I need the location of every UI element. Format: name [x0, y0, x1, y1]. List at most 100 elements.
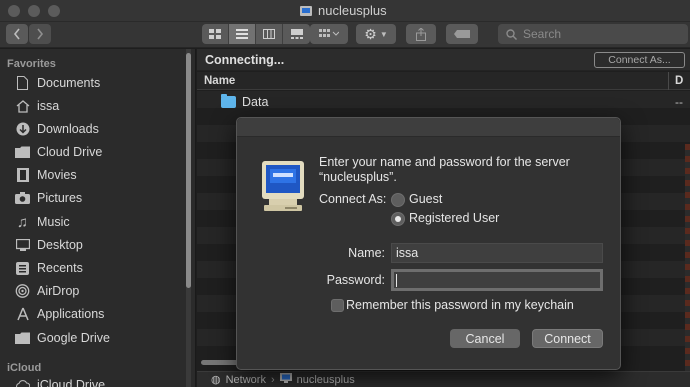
- search-placeholder: Search: [523, 27, 562, 41]
- action-menu-button[interactable]: ⚙ ▼: [356, 24, 396, 44]
- sidebar-item-label: Applications: [37, 307, 105, 321]
- share-button[interactable]: [406, 24, 436, 44]
- desktop-icon: [14, 238, 31, 252]
- text-caret: [396, 273, 397, 287]
- folder-icon: [221, 94, 236, 108]
- minimize-window-button[interactable]: [28, 5, 40, 17]
- remember-password-label[interactable]: Remember this password in my keychain: [346, 298, 574, 312]
- document-icon: [14, 76, 31, 90]
- sidebar-item-label: Documents: [37, 76, 101, 90]
- sidebar-item-recents[interactable]: Recents: [14, 258, 83, 278]
- music-note-icon: ♫: [16, 213, 29, 231]
- password-input[interactable]: [391, 269, 603, 291]
- registered-user-radio-label[interactable]: Registered User: [409, 211, 499, 225]
- back-button[interactable]: [6, 24, 28, 44]
- gallery-view-button[interactable]: [283, 24, 310, 44]
- chevron-down-icon: ▼: [379, 29, 388, 39]
- window-title-text: nucleusplus: [318, 3, 387, 18]
- computer-icon: [300, 5, 312, 16]
- sidebar-item-applications[interactable]: Applications: [14, 304, 104, 324]
- file-date: --: [675, 95, 683, 109]
- sidebar-item-label: Downloads: [37, 122, 99, 136]
- grid-icon: [209, 29, 221, 39]
- guest-radio-label[interactable]: Guest: [409, 192, 442, 206]
- airdrop-icon: [14, 284, 31, 298]
- login-prompt: Enter your name and password for the ser…: [319, 155, 570, 184]
- window-titlebar: nucleusplus: [0, 0, 690, 22]
- tag-icon: [454, 30, 470, 38]
- tags-button[interactable]: [446, 24, 478, 44]
- folder-icon: [14, 145, 31, 159]
- background-window-edge: [685, 144, 690, 374]
- sidebar-item-airdrop[interactable]: AirDrop: [14, 281, 79, 301]
- cancel-button[interactable]: Cancel: [450, 329, 520, 348]
- name-input[interactable]: issa: [391, 243, 603, 263]
- group-by-button[interactable]: [310, 24, 348, 44]
- sidebar-item-downloads[interactable]: Downloads: [14, 119, 99, 139]
- sidebar-item-label: issa: [37, 99, 60, 113]
- column-view-button[interactable]: [256, 24, 283, 44]
- sidebar-item-movies[interactable]: Movies: [14, 165, 77, 185]
- zoom-window-button[interactable]: [48, 5, 60, 17]
- gear-icon: ⚙: [364, 25, 377, 42]
- cloud-icon: [14, 378, 31, 387]
- list-icon: [236, 29, 248, 39]
- remember-password-checkbox[interactable]: [331, 299, 344, 312]
- icon-view-button[interactable]: [202, 24, 229, 44]
- column-header: Name D: [197, 72, 690, 90]
- sidebar-item-label: Music: [37, 215, 70, 229]
- path-item-network[interactable]: Network: [226, 374, 266, 386]
- view-mode-segmented-control: [202, 24, 310, 44]
- applications-icon: [14, 307, 31, 321]
- registered-user-radio[interactable]: [391, 212, 405, 226]
- window-title: nucleusplus: [300, 3, 387, 18]
- sidebar-item-cloud-drive[interactable]: Cloud Drive: [14, 142, 102, 162]
- sidebar-item-issa[interactable]: issa: [14, 96, 59, 116]
- path-item-server[interactable]: nucleusplus: [297, 374, 355, 386]
- sidebar-item-documents[interactable]: Documents: [14, 73, 100, 93]
- name-input-value: issa: [396, 246, 419, 260]
- column-header-name[interactable]: Name: [204, 75, 235, 87]
- connection-status-bar: Connecting... Connect As...: [197, 49, 690, 71]
- connect-as-label: Connect As:: [319, 192, 387, 206]
- search-field[interactable]: Search: [498, 24, 688, 44]
- dialog-titlebar: [237, 118, 620, 137]
- sidebar-section-favorites: Favorites: [7, 58, 56, 70]
- home-icon: [14, 99, 31, 113]
- computer-icon: [279, 373, 292, 386]
- file-row-data[interactable]: Data: [221, 94, 268, 109]
- group-grid-icon: [319, 29, 339, 37]
- list-view-button[interactable]: [229, 24, 256, 44]
- gallery-icon: [290, 29, 303, 39]
- sidebar: Favorites Documents issa Downloads Cloud…: [0, 49, 196, 387]
- horizontal-scrollbar-thumb[interactable]: [201, 360, 241, 365]
- path-bar: ◍ Network › nucleusplus: [197, 371, 690, 387]
- sidebar-item-label: Pictures: [37, 191, 83, 205]
- sidebar-scrollbar-thumb[interactable]: [186, 53, 191, 288]
- sidebar-item-icloud-drive[interactable]: iCloud Drive: [14, 375, 105, 387]
- column-header-date[interactable]: D: [675, 75, 683, 87]
- toolbar: ⚙ ▼ Search: [0, 22, 690, 48]
- sidebar-item-label: Google Drive: [37, 331, 110, 345]
- sidebar-scrollbar[interactable]: [186, 49, 191, 387]
- sidebar-item-label: Movies: [37, 168, 77, 182]
- close-window-button[interactable]: [8, 5, 20, 17]
- connect-button[interactable]: Connect: [532, 329, 603, 348]
- network-icon: ◍: [211, 374, 221, 386]
- recents-icon: [14, 261, 31, 275]
- columns-icon: [263, 29, 275, 39]
- sidebar-item-pictures[interactable]: Pictures: [14, 188, 82, 208]
- downloads-icon: [14, 122, 31, 136]
- sidebar-item-music[interactable]: ♫ Music: [14, 212, 70, 232]
- sidebar-section-icloud: iCloud: [7, 362, 42, 374]
- sidebar-item-desktop[interactable]: Desktop: [14, 235, 83, 255]
- film-icon: [14, 168, 31, 182]
- camera-icon: [14, 191, 31, 205]
- sidebar-item-google-drive[interactable]: Google Drive: [14, 328, 110, 348]
- guest-radio[interactable]: [391, 193, 405, 207]
- name-field-label: Name:: [348, 246, 385, 260]
- column-divider[interactable]: [668, 72, 669, 90]
- chevron-left-icon: [13, 28, 20, 40]
- forward-button[interactable]: [29, 24, 51, 44]
- connect-as-button[interactable]: Connect As...: [594, 52, 685, 68]
